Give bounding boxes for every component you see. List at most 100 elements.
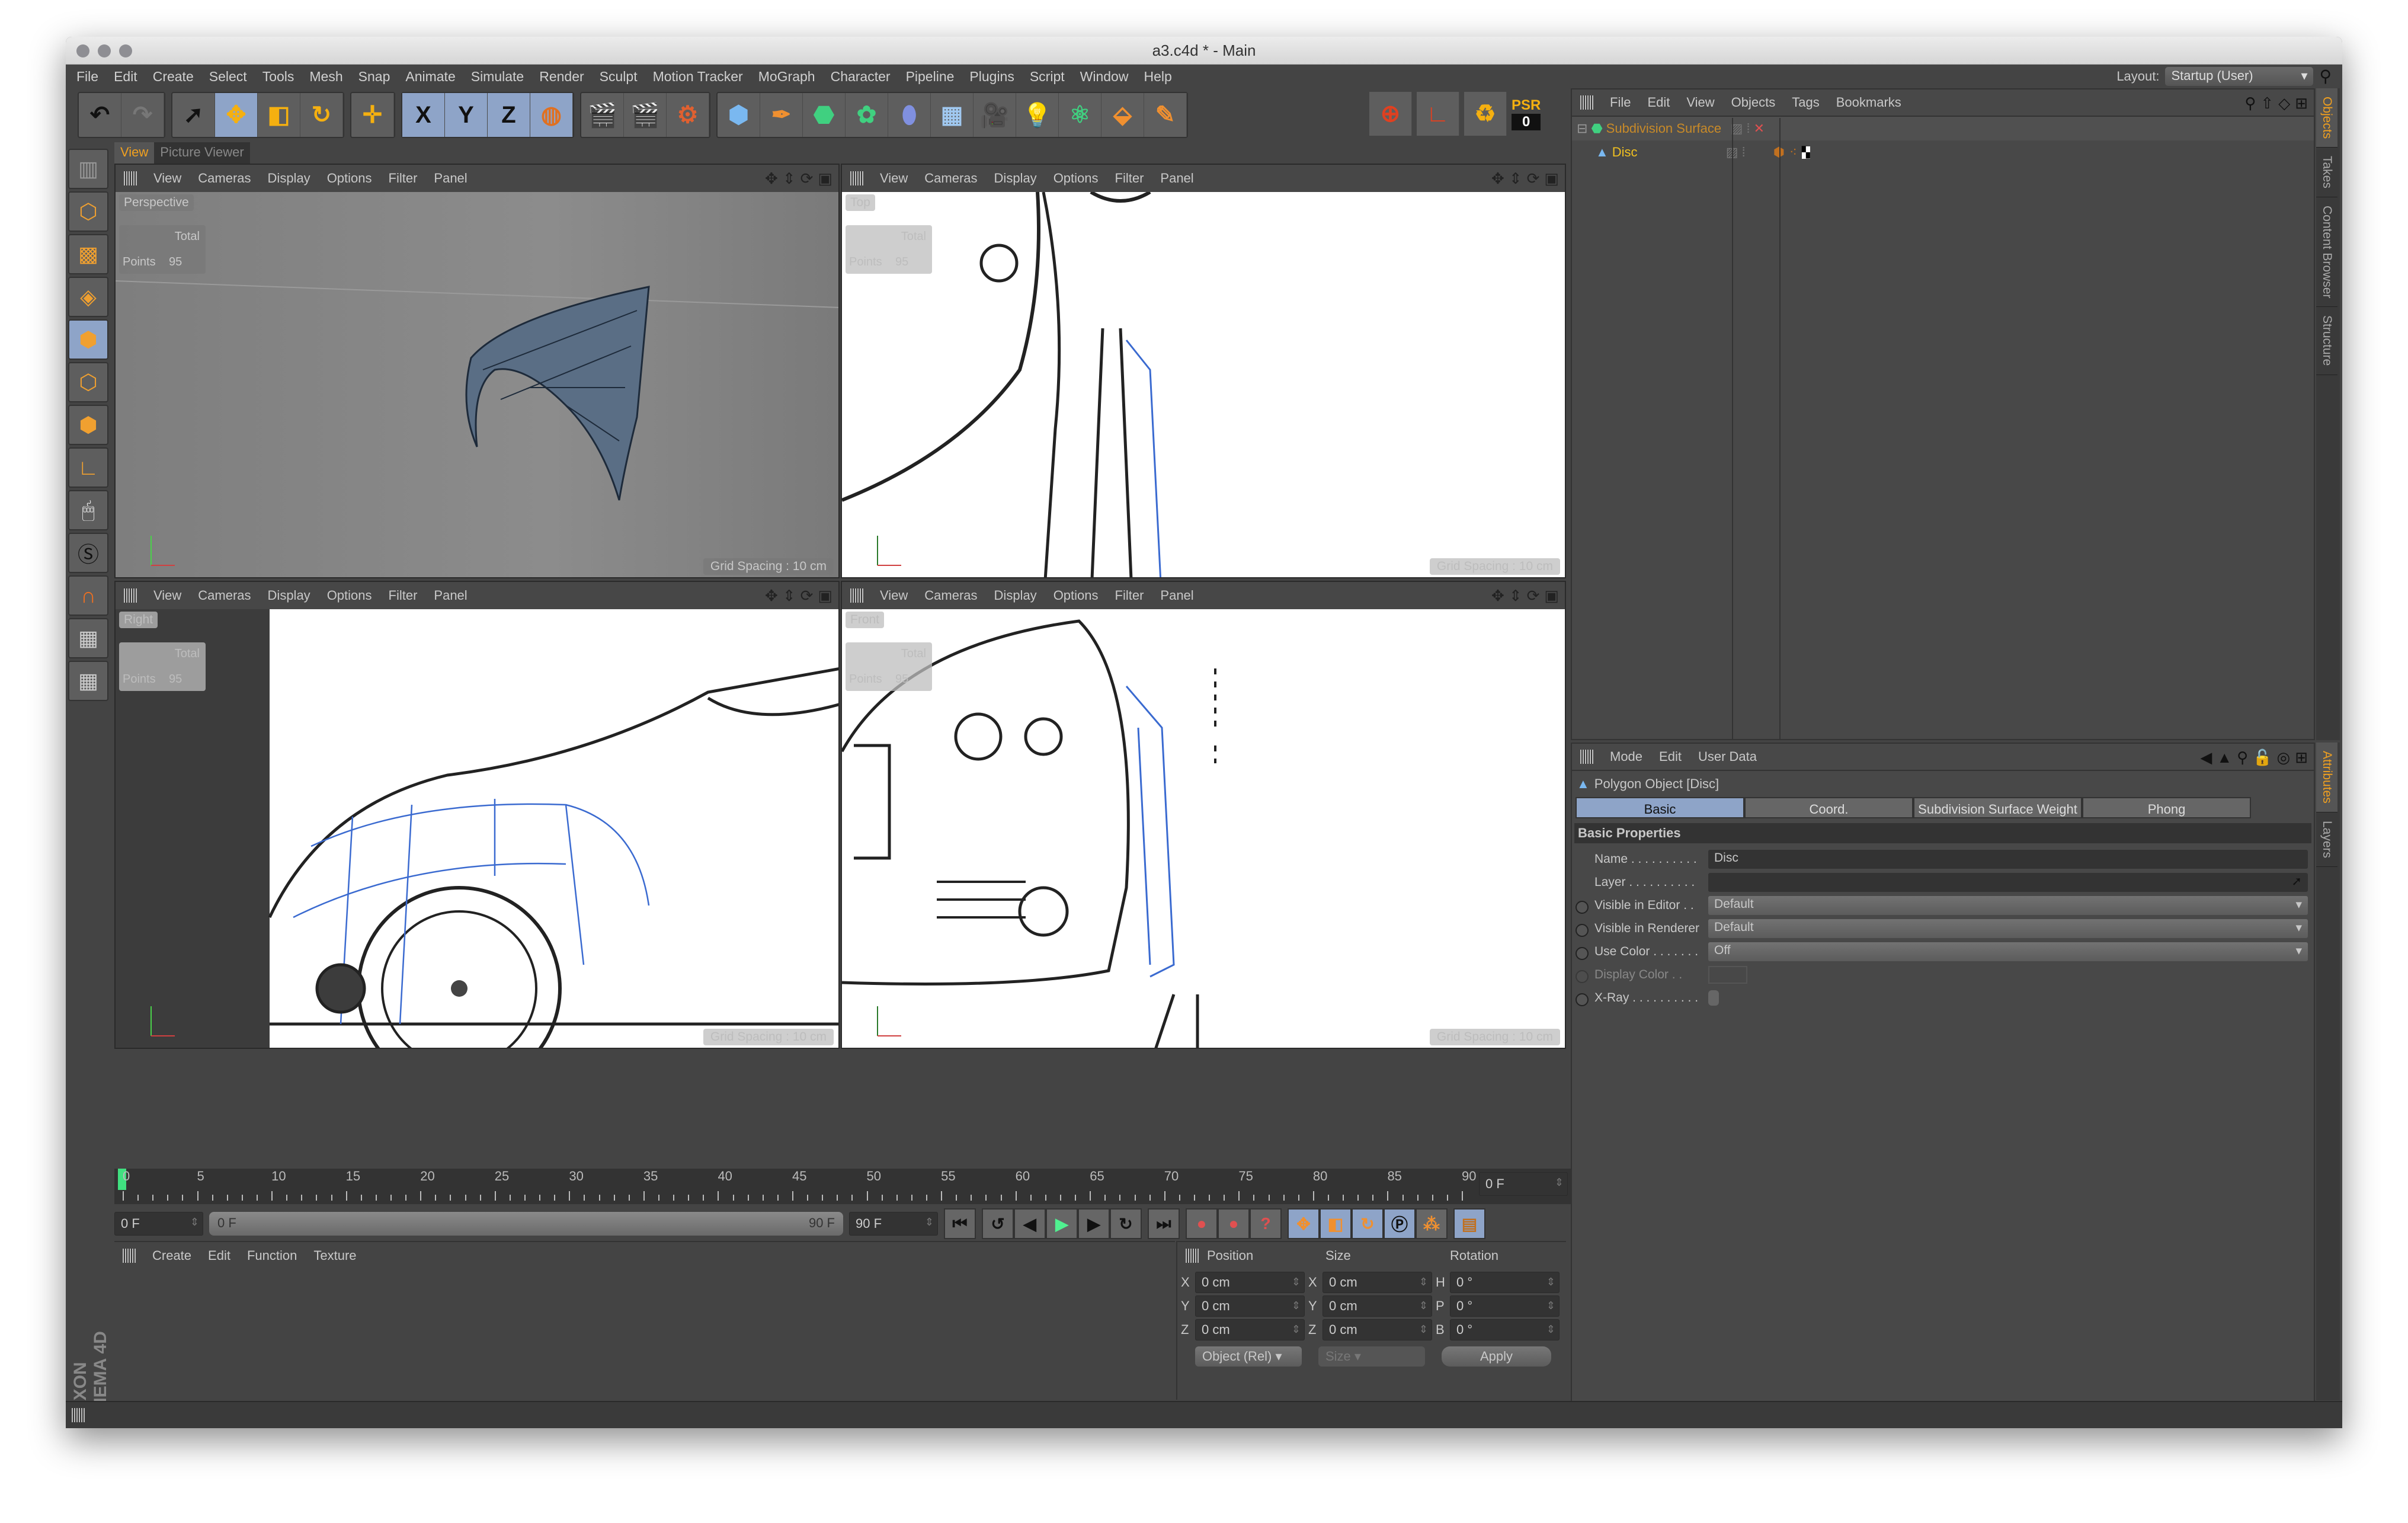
dolly-icon[interactable]: ⇕ <box>1509 169 1522 188</box>
viewport-menu-view[interactable]: View <box>880 171 908 186</box>
pan-icon[interactable]: ✥ <box>765 169 778 188</box>
deformer-icon[interactable]: ⬮ <box>888 93 931 137</box>
model-mode-icon[interactable]: ⬡ <box>68 191 108 232</box>
viewport-menu-filter[interactable]: Filter <box>389 588 418 603</box>
position-field[interactable]: 0 cm <box>1195 1272 1305 1293</box>
pen-icon[interactable]: ✒ <box>760 93 803 137</box>
attribute-tab-basic[interactable]: Basic <box>1576 797 1744 818</box>
objects-menu-objects[interactable]: Objects <box>1731 95 1776 110</box>
record-key-icon[interactable]: ● <box>1186 1208 1218 1239</box>
workplane-icon[interactable]: ∟ <box>1417 92 1459 136</box>
attributes-menu-user-data[interactable]: User Data <box>1698 749 1757 764</box>
orbit-icon[interactable]: ⟳ <box>1527 169 1540 188</box>
collapse-icon[interactable]: ⊟ <box>1577 121 1587 136</box>
move-tool-icon[interactable]: ✥ <box>215 93 258 137</box>
viewport-perspective[interactable]: View Cameras Display Options Filter Panel ✥ ⇕ ⟳ ▣… <box>114 164 840 578</box>
snapping-icon[interactable]: ∩ <box>68 575 108 616</box>
uvw-tag-icon[interactable]: ⁖ <box>1789 145 1797 160</box>
up-arrow-icon[interactable]: ⇧ <box>2260 94 2273 113</box>
viewport-menu-filter[interactable]: Filter <box>1115 171 1144 186</box>
position-field[interactable]: 0 cm <box>1195 1319 1305 1340</box>
solo-icon[interactable]: Ⓢ <box>68 533 108 573</box>
viewport-canvas[interactable]: Right Total Points 95 Grid Spacing : 10 cm <box>116 609 838 1048</box>
disabled-x-icon[interactable]: ✕ <box>1754 121 1765 136</box>
attribute-tab-subdivision-surface-weight[interactable]: Subdivision Surface Weight <box>1913 797 2082 818</box>
axis-mode-icon[interactable]: ∟ <box>68 447 108 488</box>
viewport-menu-options[interactable]: Options <box>327 171 372 186</box>
xpresso-icon[interactable]: ⚛ <box>1059 93 1101 137</box>
viewport-menu-view[interactable]: View <box>153 588 181 603</box>
key-position-icon[interactable]: ✥ <box>1288 1208 1320 1239</box>
viewport-canvas[interactable]: Front Total Points 95 Grid Spacing : 10 cm <box>842 609 1565 1048</box>
layout-dropdown[interactable]: Startup (User) ▾ <box>2165 66 2314 86</box>
search-icon[interactable]: ⚲ <box>2237 748 2248 767</box>
animate-radio-icon[interactable] <box>1576 924 1589 937</box>
menu-motion-tracker[interactable]: Motion Tracker <box>653 69 743 85</box>
material-menu-texture[interactable]: Texture <box>313 1248 356 1263</box>
material-menu-function[interactable]: Function <box>247 1248 297 1263</box>
select-tool-icon[interactable]: ➚ <box>172 93 215 137</box>
end-frame-field[interactable]: 90 F <box>849 1212 938 1236</box>
objects-menu-view[interactable]: View <box>1686 95 1714 110</box>
object-name[interactable]: Subdivision Surface <box>1606 121 1731 136</box>
viewport-menu-panel[interactable]: Panel <box>1160 588 1193 603</box>
viewport-menu-panel[interactable]: Panel <box>434 588 467 603</box>
property-dropdown[interactable]: Default ▾ <box>1708 896 2308 915</box>
render-picture-viewer-icon[interactable]: 🎬 <box>624 93 667 137</box>
previous-frame-icon[interactable]: ◀ <box>1014 1208 1046 1239</box>
side-tab-layers[interactable]: Layers <box>2316 812 2337 867</box>
dolly-icon[interactable]: ⇕ <box>1509 587 1522 605</box>
animate-radio-icon[interactable] <box>1576 993 1589 1006</box>
key-scale-icon[interactable]: ◧ <box>1320 1208 1352 1239</box>
viewport-menu-cameras[interactable]: Cameras <box>924 171 977 186</box>
menu-window[interactable]: Window <box>1080 69 1129 85</box>
subdivision-surface-icon[interactable]: ⬣ <box>803 93 846 137</box>
menu-edit[interactable]: Edit <box>114 69 137 85</box>
side-tab-content-browser[interactable]: Content Browser <box>2316 197 2337 308</box>
position-field[interactable]: 0 cm <box>1195 1295 1305 1317</box>
layer-field[interactable]: ➚ <box>1708 873 2308 892</box>
edges-mode-icon[interactable]: ⬡ <box>68 362 108 402</box>
workplane-mode-icon[interactable]: ◈ <box>68 277 108 317</box>
orbit-icon[interactable]: ⟳ <box>800 587 814 605</box>
menu-simulate[interactable]: Simulate <box>471 69 524 85</box>
viewport-top[interactable]: View Cameras Display Options Filter Panel ✥ ⇕ ⟳ ▣… <box>841 164 1566 578</box>
axis-y-icon[interactable]: Y <box>445 93 488 137</box>
side-tab-attributes[interactable]: Attributes <box>2316 743 2337 812</box>
up-icon[interactable]: ▲ <box>2217 748 2232 767</box>
redo-icon[interactable]: ↷ <box>121 93 164 137</box>
menu-select[interactable]: Select <box>209 69 247 85</box>
autokey-icon[interactable]: ● <box>1218 1208 1250 1239</box>
viewport-menu-display[interactable]: Display <box>268 588 310 603</box>
planar-workplane-icon[interactable]: ▦ <box>68 661 108 701</box>
object-row[interactable]: ⊟ ⬣ Subdivision Surface ▨ ⁞ ✕ <box>1572 117 2314 140</box>
scheme-icon[interactable]: ▤ <box>1453 1208 1485 1239</box>
undo-icon[interactable]: ↶ <box>79 93 121 137</box>
size-field[interactable]: 0 cm <box>1323 1319 1432 1340</box>
object-row[interactable]: ▲ Disc ▨ ⁞ ⬢ ⁖ ▚ <box>1572 140 2314 164</box>
recycle-icon[interactable]: ♻ <box>1464 92 1507 136</box>
target-icon[interactable]: ◎ <box>2277 748 2291 767</box>
viewport-menu-panel[interactable]: Panel <box>434 171 467 186</box>
dolly-icon[interactable]: ⇕ <box>783 587 796 605</box>
rotate-tool-icon[interactable]: ↻ <box>300 93 343 137</box>
attributes-menu-mode[interactable]: Mode <box>1610 749 1642 764</box>
menu-render[interactable]: Render <box>539 69 584 85</box>
frame-range-slider[interactable]: 0 F 90 F <box>209 1212 843 1236</box>
attribute-tab-coord-[interactable]: Coord. <box>1744 797 1913 818</box>
polygons-mode-icon[interactable]: ⬢ <box>68 405 108 445</box>
menu-create[interactable]: Create <box>153 69 194 85</box>
coordinate-mode-dropdown[interactable]: Object (Rel) ▾ <box>1195 1346 1302 1367</box>
maximize-icon[interactable]: ▣ <box>1544 169 1559 188</box>
size-mode-dropdown[interactable]: Size ▾ <box>1318 1346 1425 1367</box>
side-tab-takes[interactable]: Takes <box>2316 148 2337 198</box>
size-field[interactable]: 0 cm <box>1323 1272 1432 1293</box>
key-rotation-icon[interactable]: ↻ <box>1352 1208 1384 1239</box>
animate-radio-icon[interactable] <box>1576 947 1589 960</box>
viewport-menu-display[interactable]: Display <box>994 588 1037 603</box>
array-icon[interactable]: ✿ <box>846 93 888 137</box>
display-color-swatch[interactable] <box>1708 966 1747 984</box>
animate-radio-icon[interactable] <box>1576 901 1589 914</box>
viewport-canvas[interactable]: Perspective Total Points 95 Grid Spacing : 1… <box>116 192 838 577</box>
menu-tools[interactable]: Tools <box>262 69 294 85</box>
